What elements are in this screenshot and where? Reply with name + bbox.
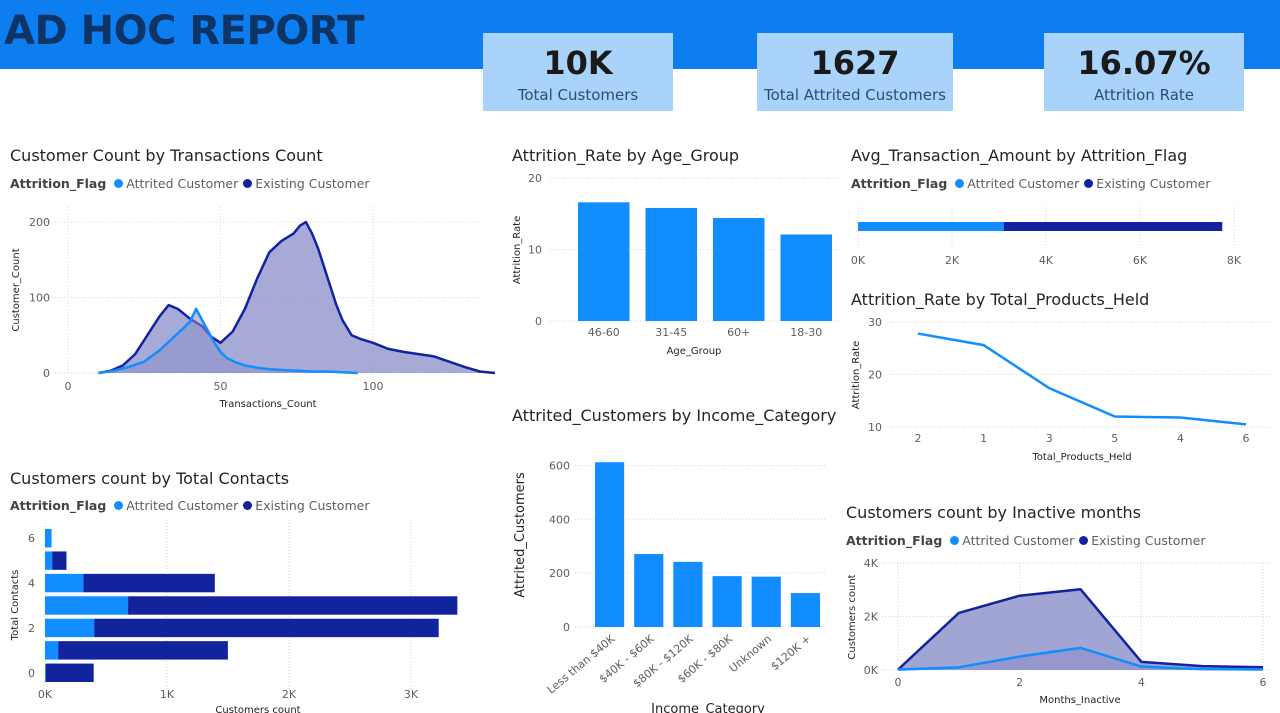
y-tick-label: 0K bbox=[864, 664, 879, 677]
y-tick-label: 2 bbox=[28, 622, 35, 635]
x-tick-label: 18-30 bbox=[790, 326, 822, 339]
x-tick-label: 0 bbox=[895, 676, 902, 689]
charts-canvas: 01002000 50 100Transactions_CountCustomer_… bbox=[10, 172, 1270, 713]
bar bbox=[673, 561, 703, 627]
x-tick-label: 1 bbox=[980, 432, 987, 445]
bar-existing bbox=[94, 618, 439, 638]
y-tick-label: 0 bbox=[563, 621, 570, 634]
x-tick-label: 0K bbox=[851, 254, 866, 267]
x-tick-label: 31-45 bbox=[655, 326, 687, 339]
y-tick-label: 0 bbox=[43, 367, 50, 380]
y-tick-label: 4K bbox=[864, 557, 879, 570]
x-tick-label: 46-60 bbox=[588, 326, 620, 339]
bar bbox=[780, 234, 832, 321]
bar bbox=[634, 554, 664, 627]
y-axis-label: Attrited_Customers bbox=[513, 472, 528, 598]
x-tick-label: 50 bbox=[214, 380, 228, 393]
x-tick-label: 0 bbox=[65, 380, 72, 393]
bar-attrited bbox=[45, 573, 84, 593]
y-tick-label: 10 bbox=[528, 244, 542, 257]
bar bbox=[645, 208, 697, 321]
y-tick-label: 20 bbox=[868, 369, 882, 382]
y-tick-label: 0 bbox=[535, 315, 542, 328]
series-line bbox=[917, 332, 1247, 426]
x-tick-label: 0K bbox=[38, 688, 53, 701]
x-tick-label: 60+ bbox=[727, 326, 750, 339]
x-tick-label: 100 bbox=[363, 380, 384, 393]
x-tick-label: 4 bbox=[1177, 432, 1184, 445]
y-axis-label: Attrition_Rate bbox=[851, 341, 862, 409]
bar bbox=[713, 218, 765, 321]
bar-attrited bbox=[45, 618, 95, 638]
bar-existing bbox=[1003, 222, 1223, 231]
x-tick-label: 3 bbox=[1046, 432, 1053, 445]
x-axis-label: Income_Category bbox=[651, 702, 765, 713]
bar bbox=[595, 462, 625, 627]
x-tick-label: 5 bbox=[1111, 432, 1118, 445]
x-axis-label: Months_Inactive bbox=[1039, 695, 1120, 706]
y-tick-label: 200 bbox=[549, 567, 570, 580]
bar-attrited bbox=[858, 222, 1004, 231]
y-tick-label: 100 bbox=[29, 292, 50, 305]
y-tick-label: 20 bbox=[528, 172, 542, 185]
bar bbox=[712, 576, 742, 627]
x-tick-label: 2 bbox=[1016, 676, 1023, 689]
x-tick-label: Less than $40K bbox=[545, 632, 619, 697]
bar-existing bbox=[83, 573, 215, 593]
bar-existing bbox=[45, 663, 94, 682]
x-tick-label: Unknown bbox=[727, 632, 774, 675]
y-tick-label: 0 bbox=[28, 667, 35, 680]
x-tick-label: 8K bbox=[1227, 254, 1242, 267]
y-axis-label: Customers count bbox=[847, 574, 858, 659]
bar-attrited bbox=[45, 641, 59, 660]
x-axis-label: Total_Products_Held bbox=[1031, 452, 1131, 463]
x-tick-label: 2K bbox=[945, 254, 960, 267]
y-tick-label: 6 bbox=[28, 532, 35, 545]
bar-existing bbox=[128, 596, 458, 615]
x-tick-label: 1K bbox=[160, 688, 175, 701]
x-axis-label: Age_Group bbox=[667, 346, 722, 357]
x-tick-label: 6 bbox=[1243, 432, 1250, 445]
x-tick-label: $120K + bbox=[768, 632, 813, 673]
x-tick-label: 2K bbox=[282, 688, 297, 701]
bar-existing bbox=[52, 551, 67, 570]
bar-existing bbox=[58, 641, 228, 660]
y-tick-label: 4 bbox=[28, 577, 35, 590]
y-tick-label: 200 bbox=[29, 216, 50, 229]
bar bbox=[751, 576, 781, 627]
x-tick-label: 4 bbox=[1138, 676, 1145, 689]
bar-attrited bbox=[45, 551, 53, 570]
y-tick-label: 600 bbox=[549, 459, 570, 472]
bar-attrited bbox=[45, 529, 52, 548]
x-tick-label: 3K bbox=[404, 688, 419, 701]
y-tick-label: 30 bbox=[868, 316, 882, 329]
x-tick-label: 6 bbox=[1260, 676, 1267, 689]
bar bbox=[790, 593, 820, 627]
x-tick-label: 2 bbox=[915, 432, 922, 445]
bar-attrited bbox=[45, 596, 129, 615]
x-tick-label: 6K bbox=[1133, 254, 1148, 267]
y-axis-label: Total Contacts bbox=[10, 570, 21, 642]
y-axis-label: Attrition_Rate bbox=[512, 216, 523, 284]
x-axis-label: Customers count bbox=[215, 705, 300, 713]
y-tick-label: 400 bbox=[549, 513, 570, 526]
y-tick-label: 2K bbox=[864, 611, 879, 624]
x-axis-label: Transactions_Count bbox=[218, 399, 316, 410]
bar-attrited bbox=[45, 663, 46, 682]
bar bbox=[578, 202, 630, 321]
y-tick-label: 10 bbox=[868, 421, 882, 434]
x-tick-label: 4K bbox=[1039, 254, 1054, 267]
y-axis-label: Customer_Count bbox=[11, 248, 22, 331]
